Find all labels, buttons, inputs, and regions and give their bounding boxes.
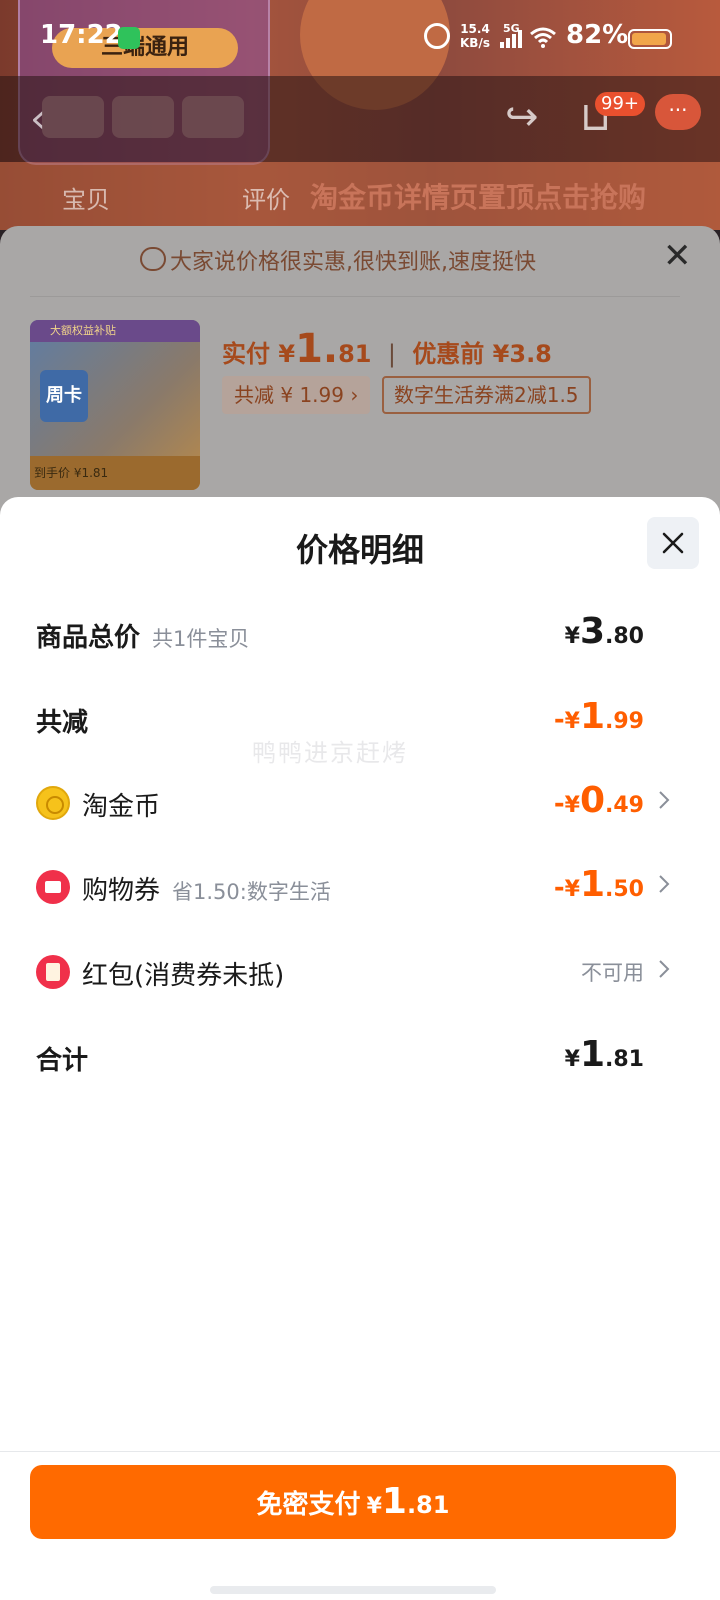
sheet-close-button[interactable] bbox=[647, 517, 699, 569]
yen-sign: ¥ bbox=[564, 624, 580, 649]
minus-sign: - bbox=[553, 789, 565, 819]
chevron-right-icon bbox=[659, 875, 670, 893]
amount-dec: .81 bbox=[605, 1047, 644, 1072]
row-taojinbi[interactable]: 淘金币 -¥0.49 bbox=[36, 776, 684, 832]
amount-dec: .50 bbox=[605, 877, 644, 902]
total-reduce-chip[interactable]: 共减 ¥ 1.99 › bbox=[222, 376, 371, 414]
minus-sign: - bbox=[553, 705, 565, 735]
password-free-pay-button[interactable]: 免密支付 ¥1.81 bbox=[30, 1465, 676, 1539]
amount-dec: .99 bbox=[605, 709, 644, 734]
amount-int: 1 bbox=[579, 864, 606, 905]
yen-sign: ¥ bbox=[564, 877, 580, 902]
amount-dec: .80 bbox=[605, 624, 644, 649]
paid-price: 实付 ¥1.81 | 优惠前 ¥3.8 bbox=[222, 326, 552, 372]
yen-sign: ¥ bbox=[564, 1047, 580, 1072]
hongbao-status: 不可用 bbox=[581, 961, 644, 985]
sheet-title: 价格明细 bbox=[295, 531, 424, 569]
product-tab-row: 宝贝 评价 淘金币详情页置顶点击抢购 bbox=[0, 162, 720, 230]
review-summary: 大家说价格很实惠,很快到账,速度挺快 bbox=[170, 250, 536, 275]
taojinbi-label: 淘金币 bbox=[82, 792, 161, 822]
status-time: 17:22 bbox=[40, 20, 123, 50]
chevron-right-icon bbox=[659, 791, 670, 809]
price-separator: | bbox=[387, 340, 396, 368]
paid-yen: ¥ bbox=[278, 340, 296, 368]
order-panel-close-icon[interactable]: ✕ bbox=[663, 236, 692, 276]
wifi-icon bbox=[530, 27, 556, 48]
row-hongbao[interactable]: 红包(消费券未抵) 不可用 bbox=[36, 945, 684, 1001]
nav-chip-3[interactable] bbox=[182, 96, 244, 138]
goods-total-title: 商品总价 bbox=[36, 623, 141, 653]
chat-bubble-icon bbox=[140, 247, 166, 271]
promo-banner-text: 淘金币详情页置顶点击抢购 bbox=[310, 181, 647, 214]
yen-sign: ¥ bbox=[564, 793, 580, 818]
coupon-title: 购物券 bbox=[82, 876, 161, 906]
footer-divider bbox=[0, 1451, 720, 1452]
amount-dec: .49 bbox=[605, 793, 644, 818]
minus-sign: - bbox=[553, 873, 565, 903]
network-speed-unit: KB/s bbox=[460, 36, 490, 50]
before-discount-price: 优惠前 ¥3.8 bbox=[412, 340, 552, 368]
yen-sign: ¥ bbox=[564, 709, 580, 734]
sum-amount: ¥1.81 bbox=[565, 1034, 644, 1075]
coupon-amount: -¥1.50 bbox=[554, 864, 644, 905]
pay-button-label: 免密支付 bbox=[256, 1490, 361, 1520]
total-reduce-amount: -¥1.99 bbox=[554, 696, 644, 737]
price-detail-sheet: 价格明细 鸭鸭进京赶烤 商品总价 共1件宝贝 ¥3.80 共减 -¥1.99 淘金… bbox=[0, 497, 720, 1600]
thumbnail-footer: 到手价 ¥1.81 bbox=[30, 456, 200, 490]
yen-sign: ¥ bbox=[366, 1494, 382, 1519]
paid-int: 1. bbox=[295, 326, 339, 372]
coupon-label: 购物券 省1.50:数字生活 bbox=[82, 870, 331, 907]
status-bar: 17:22 15.4 KB/s 5G 82% bbox=[0, 0, 720, 76]
coupon-chip: 数字生活券满2减1.5 bbox=[382, 376, 591, 414]
coupon-ticket-icon bbox=[36, 870, 70, 904]
divider bbox=[30, 296, 680, 297]
nav-chip-1[interactable] bbox=[42, 96, 104, 138]
amount-int: 1 bbox=[579, 696, 606, 737]
sum-label: 合计 bbox=[36, 1046, 89, 1076]
row-coupon[interactable]: 购物券 省1.50:数字生活 -¥1.50 bbox=[36, 860, 684, 916]
row-sum: 合计 ¥1.81 bbox=[36, 1030, 684, 1086]
amount-int: 3 bbox=[579, 611, 606, 652]
pay-amount-int: 1 bbox=[381, 1481, 407, 1522]
amount-int: 1 bbox=[579, 1034, 606, 1075]
goods-total-amount: ¥3.80 bbox=[565, 611, 644, 652]
row-total-reduce: 共减 -¥1.99 bbox=[36, 692, 684, 748]
gold-coin-icon bbox=[36, 786, 70, 820]
total-reduce-label: 共减 bbox=[36, 708, 89, 738]
product-thumbnail: 大额权益补贴 周卡 到手价 ¥1.81 bbox=[30, 320, 200, 490]
amount-int: 0 bbox=[579, 780, 606, 821]
network-speed-value: 15.4 bbox=[460, 22, 490, 36]
wechat-notification-icon bbox=[118, 27, 140, 49]
goods-count: 共1件宝贝 bbox=[152, 627, 250, 651]
thumbnail-header: 大额权益补贴 bbox=[30, 320, 200, 342]
paid-dec: 81 bbox=[338, 340, 372, 368]
share-icon[interactable]: ↪ bbox=[505, 94, 539, 140]
cart-badge: 99+ bbox=[595, 92, 645, 116]
battery-icon bbox=[628, 29, 672, 49]
goods-total-label: 商品总价 共1件宝贝 bbox=[36, 617, 249, 654]
battery-percent: 82% bbox=[566, 20, 629, 50]
more-icon[interactable]: ··· bbox=[655, 94, 701, 130]
coupon-saving: 省1.50:数字生活 bbox=[172, 880, 331, 904]
tab-baobei[interactable]: 宝贝 bbox=[62, 180, 110, 215]
alarm-icon bbox=[424, 23, 450, 49]
taojinbi-amount: -¥0.49 bbox=[554, 780, 644, 821]
hongbao-label: 红包(消费券未抵) bbox=[82, 961, 285, 991]
home-indicator[interactable] bbox=[210, 1586, 496, 1594]
row-goods-total: 商品总价 共1件宝贝 ¥3.80 bbox=[36, 607, 684, 663]
pay-amount-dec: .81 bbox=[406, 1491, 450, 1519]
paid-label: 实付 bbox=[222, 340, 270, 368]
order-summary-panel: 大家说价格很实惠,很快到账,速度挺快 ✕ 大额权益补贴 周卡 到手价 ¥1.81… bbox=[0, 226, 720, 516]
red-envelope-icon bbox=[36, 955, 70, 989]
tab-pingjia[interactable]: 评价 bbox=[242, 180, 290, 215]
product-nav-bar: ‹ ↪ ⊔ 99+ ··· bbox=[0, 76, 720, 162]
network-speed: 15.4 KB/s bbox=[460, 22, 490, 50]
thumbnail-card-label: 周卡 bbox=[40, 370, 88, 422]
nav-chip-2[interactable] bbox=[112, 96, 174, 138]
chevron-right-icon bbox=[659, 960, 670, 978]
close-icon bbox=[662, 532, 684, 554]
